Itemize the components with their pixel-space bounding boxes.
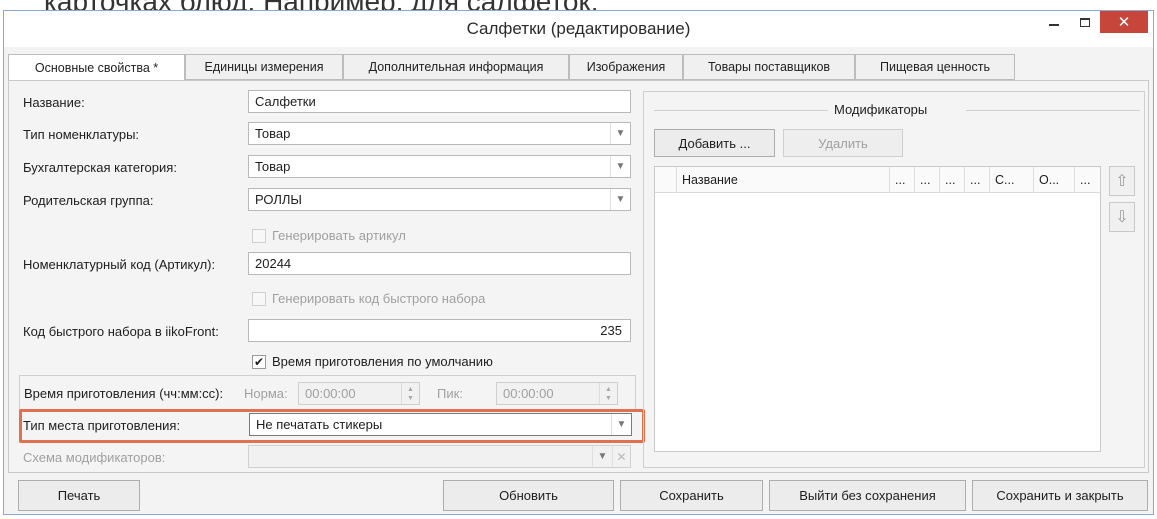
maximize-icon	[1080, 17, 1090, 27]
check-icon: ✔	[252, 354, 266, 369]
clear-icon[interactable]: ✕	[612, 446, 630, 467]
generate-article-checkbox[interactable]: Генерировать артикул	[252, 228, 406, 243]
refresh-button[interactable]: Обновить	[443, 480, 614, 511]
tab-units[interactable]: Единицы измерения	[185, 54, 343, 80]
article-code-input[interactable]: 20244	[248, 252, 631, 275]
window-title: Салфетки (редактирование)	[466, 19, 691, 38]
nomenclature-type-label: Тип номенклатуры:	[23, 127, 140, 142]
column-header-selector	[655, 167, 677, 193]
divider	[654, 110, 828, 111]
norm-label: Норма:	[244, 386, 288, 401]
peak-time-input[interactable]: 00:00:00 ▲ ▼	[496, 382, 618, 405]
spinner-icon[interactable]: ▲ ▼	[401, 383, 419, 404]
accounting-category-value: Товар	[255, 159, 291, 174]
highlight-frame	[19, 409, 645, 443]
name-input[interactable]: Салфетки	[248, 90, 631, 113]
column-header[interactable]: ...	[965, 167, 990, 193]
checkbox-box	[252, 228, 266, 243]
default-cook-time-label: Время приготовления по умолчанию	[272, 354, 493, 369]
exit-without-saving-button[interactable]: Выйти без сохранения	[769, 480, 966, 511]
quick-code-value: 235	[600, 323, 622, 338]
tab-additional-info[interactable]: Дополнительная информация	[343, 54, 569, 80]
accounting-category-label: Бухгалтерская категория:	[23, 160, 177, 175]
column-header[interactable]: О...	[1034, 167, 1075, 193]
table-header: Название ... ... ... ... С... О... ...	[655, 167, 1100, 193]
column-header[interactable]: ...	[1075, 167, 1101, 193]
quick-code-input[interactable]: 235	[248, 319, 631, 342]
tab-main-properties[interactable]: Основные свойства *	[8, 54, 185, 81]
delete-modifier-button[interactable]: Удалить	[783, 129, 903, 157]
column-header-name[interactable]: Название	[677, 167, 890, 193]
peak-time-value: 00:00:00	[503, 386, 554, 401]
add-modifier-button[interactable]: Добавить ...	[654, 129, 775, 157]
generate-quick-code-checkbox[interactable]: Генерировать код быстрого набора	[252, 291, 485, 306]
spinner-icon[interactable]: ▲ ▼	[599, 383, 617, 404]
arrow-down-icon: ⇩	[1115, 209, 1129, 226]
norm-time-value: 00:00:00	[305, 386, 356, 401]
checkbox-box	[252, 291, 266, 306]
close-button[interactable]: ✕	[1100, 11, 1148, 33]
parent-group-label: Родительская группа:	[23, 193, 154, 208]
minimize-icon	[1049, 24, 1059, 26]
article-code-value: 20244	[255, 256, 292, 271]
generate-article-label: Генерировать артикул	[272, 228, 406, 243]
move-down-button[interactable]: ⇩	[1109, 202, 1135, 232]
name-label: Название:	[23, 95, 85, 110]
cook-time-label: Время приготовления (чч:мм:сс):	[24, 386, 224, 401]
generate-quick-code-label: Генерировать код быстрого набора	[272, 291, 486, 306]
main-properties-panel: Название: Салфетки Тип номенклатуры: Тов…	[8, 80, 1149, 473]
column-header[interactable]: ...	[940, 167, 965, 193]
modifiers-panel: Модификаторы Добавить ... Удалить Назван…	[643, 91, 1145, 468]
parent-group-value: РОЛЛЫ	[255, 192, 302, 207]
tab-nutrition[interactable]: Пищевая ценность	[855, 54, 1015, 80]
nomenclature-type-value: Товар	[255, 126, 291, 141]
chevron-down-icon[interactable]: ▼	[610, 123, 630, 144]
accounting-category-select[interactable]: Товар ▼	[248, 155, 631, 178]
nomenclature-type-select[interactable]: Товар ▼	[248, 122, 631, 145]
article-code-label: Номенклатурный код (Артикул):	[23, 257, 216, 272]
chevron-down-icon[interactable]: ▼	[592, 446, 612, 467]
save-and-close-button[interactable]: Сохранить и закрыть	[972, 480, 1148, 511]
maximize-button[interactable]	[1070, 11, 1100, 33]
minimize-button[interactable]	[1039, 11, 1069, 33]
close-icon: ✕	[1117, 14, 1131, 31]
column-header[interactable]: ...	[890, 167, 915, 193]
name-value: Салфетки	[255, 94, 316, 109]
column-header[interactable]: ...	[915, 167, 940, 193]
chevron-down-icon[interactable]: ▼	[610, 156, 630, 177]
norm-time-input[interactable]: 00:00:00 ▲ ▼	[298, 382, 420, 405]
modifiers-table[interactable]: Название ... ... ... ... С... О... ...	[654, 166, 1101, 452]
modifier-scheme-label: Схема модификаторов:	[23, 450, 166, 465]
parent-group-select[interactable]: РОЛЛЫ ▼	[248, 188, 631, 211]
arrow-up-icon: ⇧	[1115, 173, 1129, 190]
tab-supplier-goods[interactable]: Товары поставщиков	[683, 54, 855, 80]
tab-images[interactable]: Изображения	[569, 54, 683, 80]
cook-time-group: Время приготовления (чч:мм:сс): Норма: 0…	[19, 375, 636, 411]
edit-dialog: Салфетки (редактирование) ✕ Основные сво…	[3, 10, 1154, 515]
modifier-scheme-select[interactable]: ▼ ✕	[248, 445, 631, 468]
modifiers-title: Модификаторы	[830, 102, 932, 117]
save-button[interactable]: Сохранить	[620, 480, 763, 511]
chevron-down-icon[interactable]: ▼	[610, 189, 630, 210]
divider	[966, 110, 1140, 111]
default-cook-time-checkbox[interactable]: ✔ Время приготовления по умолчанию	[252, 354, 493, 369]
title-bar: Салфетки (редактирование) ✕	[4, 11, 1153, 47]
peak-label: Пик:	[437, 386, 463, 401]
print-button[interactable]: Печать	[18, 480, 140, 511]
move-up-button[interactable]: ⇧	[1109, 166, 1135, 196]
column-header[interactable]: С...	[990, 167, 1034, 193]
quick-code-label: Код быстрого набора в iikoFront:	[23, 324, 219, 339]
